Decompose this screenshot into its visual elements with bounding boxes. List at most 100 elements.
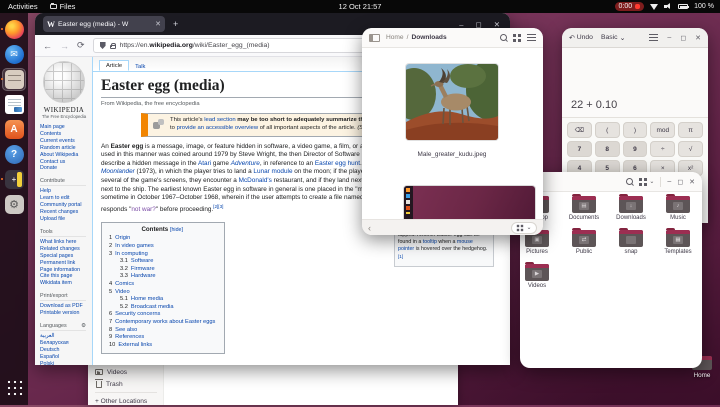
close-icon[interactable]: ✕ xyxy=(689,178,695,186)
activities-button[interactable]: Activities xyxy=(8,2,38,11)
sidebar-link[interactable]: Español xyxy=(40,354,90,361)
folder-videos[interactable]: ▶ Videos xyxy=(520,262,559,289)
view-toggle[interactable]: ⌄ xyxy=(639,177,654,186)
toc-item[interactable]: 5.1 Home media xyxy=(109,296,215,304)
toc-item[interactable]: 3.1 Software xyxy=(109,258,215,266)
close-icon[interactable]: ✕ xyxy=(695,34,701,42)
minimize-icon[interactable]: – xyxy=(667,178,671,185)
wiki-link[interactable]: McDonald's xyxy=(239,177,272,184)
sidebar-link[interactable]: Special pages xyxy=(40,253,90,260)
folder-documents[interactable]: ▤ Documents xyxy=(562,194,606,221)
folder-snap[interactable]: snap xyxy=(609,228,653,255)
dock-item-settings[interactable]: ⚙ xyxy=(0,192,28,217)
dock-item-files[interactable] xyxy=(0,67,28,92)
toc-item[interactable]: 5.2 Broadcast media xyxy=(109,304,215,312)
wikipedia-logo[interactable] xyxy=(43,61,85,103)
toc-item[interactable]: 3.2 Firmware xyxy=(109,266,215,274)
tab-talk[interactable]: Talk xyxy=(129,62,151,71)
dock-item-thunderbird[interactable]: ✉ xyxy=(0,42,28,67)
menu-icon[interactable] xyxy=(649,34,659,41)
folder-music[interactable]: ♪ Music xyxy=(656,194,700,221)
back-chevron-icon[interactable]: ‹ xyxy=(368,223,371,233)
wiki-link[interactable]: not war? xyxy=(131,206,156,213)
calc-key-([interactable]: ( xyxy=(594,122,620,138)
sidebar-link[interactable]: Current events xyxy=(40,138,90,145)
toc-item[interactable]: 6 Security concerns xyxy=(109,311,215,319)
sidebar-link[interactable]: Contents xyxy=(40,131,90,138)
menu-icon[interactable] xyxy=(527,34,536,41)
calc-key-)[interactable]: ) xyxy=(622,122,648,138)
reload-icon[interactable]: ⟳ xyxy=(77,40,85,51)
calc-key-mod[interactable]: mod xyxy=(650,122,676,138)
calc-key-⌫[interactable]: ⌫ xyxy=(567,122,592,138)
file-item-kudu[interactable]: Male_greater_kudu.jpeg xyxy=(406,64,498,158)
sidebar-link[interactable]: Permanent link xyxy=(40,260,90,267)
sidebar-link[interactable]: Polski xyxy=(40,361,90,365)
maximize-icon[interactable]: ◻ xyxy=(680,34,686,42)
dock-item-firefox[interactable] xyxy=(0,17,28,42)
battery-icon[interactable] xyxy=(678,4,690,9)
sidebar-item-videos[interactable]: Videos xyxy=(95,366,163,378)
calc-key-8[interactable]: 8 xyxy=(594,141,620,157)
toc-item[interactable]: 4 Comics xyxy=(109,281,215,289)
wiki-link[interactable]: Atari xyxy=(198,160,211,167)
dock-item-ubuntu-software[interactable]: A xyxy=(0,117,28,142)
padlock-icon[interactable] xyxy=(109,42,117,50)
maximize-icon[interactable]: ◻ xyxy=(677,178,683,186)
toc-item[interactable]: 8 See also xyxy=(109,327,215,335)
folder-downloads[interactable]: ↓ Downloads xyxy=(609,194,653,221)
sidebar-link[interactable]: Donate xyxy=(40,165,90,172)
sidebar-toggle-icon[interactable] xyxy=(369,33,380,42)
calculator-display[interactable]: 22 + 0.10 xyxy=(562,48,708,118)
sidebar-item-trash[interactable]: Trash xyxy=(95,378,163,390)
dock-item-app-grid[interactable] xyxy=(0,374,28,399)
wifi-icon[interactable] xyxy=(650,3,659,10)
languages-gear-icon[interactable]: ⚙ xyxy=(81,323,86,329)
back-icon[interactable]: ← xyxy=(43,41,52,51)
wiki-link[interactable]: [2][3] xyxy=(213,204,223,209)
wiki-link[interactable]: Adventure xyxy=(231,160,260,167)
forward-icon[interactable]: → xyxy=(60,41,69,51)
sidebar-link[interactable]: Deutsch xyxy=(40,347,90,354)
dock-item-calculator[interactable]: + xyxy=(0,167,28,192)
wiki-link[interactable]: Lunar module xyxy=(253,168,292,175)
dock-item-help[interactable]: ? xyxy=(0,142,28,167)
calc-key-9[interactable]: 9 xyxy=(622,141,648,157)
mode-dropdown[interactable]: Basic ⌄ xyxy=(601,34,625,42)
browser-tab[interactable]: W Easter egg (media) - W ✕ xyxy=(43,16,165,32)
sidebar-link[interactable]: Learn to edit xyxy=(40,195,90,202)
view-switcher[interactable]: ⌄ xyxy=(511,221,537,234)
wiki-link[interactable]: Easter egg hunt xyxy=(315,160,360,167)
calc-key-π[interactable]: π xyxy=(678,122,703,138)
app-menu[interactable]: Files xyxy=(49,2,75,11)
toc-item[interactable]: 3.3 Hardware xyxy=(109,273,215,281)
toc-item[interactable]: 2 In video games xyxy=(109,243,215,251)
toc-item[interactable]: 10 External links xyxy=(109,342,215,350)
toc-item[interactable]: 3 In computing xyxy=(109,251,215,259)
sidebar-link[interactable]: Printable version xyxy=(40,310,90,317)
breadcrumb-current[interactable]: Downloads xyxy=(411,34,446,41)
search-icon[interactable] xyxy=(500,34,507,41)
folder-templates[interactable]: ▦ Templates xyxy=(656,228,700,255)
sidebar-link[interactable]: Community portal xyxy=(40,202,90,209)
screen-recording-indicator[interactable]: 0:00 xyxy=(614,2,645,11)
sidebar-link[interactable]: Contact us xyxy=(40,159,90,166)
tracking-shield-icon[interactable] xyxy=(99,42,106,49)
breadcrumb-home[interactable]: Home xyxy=(386,34,404,41)
volume-icon[interactable] xyxy=(664,3,672,10)
sidebar-link[interactable]: العربية xyxy=(40,333,90,340)
sidebar-link[interactable]: Page information xyxy=(40,267,90,274)
calc-key-√[interactable]: √ xyxy=(678,141,703,157)
toc-hide-link[interactable]: [hide] xyxy=(170,227,183,233)
wiki-link[interactable]: provide an accessible overview xyxy=(177,125,259,131)
wiki-link[interactable]: lead section xyxy=(204,117,235,123)
tab-close-icon[interactable]: ✕ xyxy=(155,20,161,28)
sidebar-link[interactable]: Recent changes xyxy=(40,209,90,216)
sidebar-item-other-locations[interactable]: + Other Locations xyxy=(95,395,163,407)
sidebar-link[interactable]: Main page xyxy=(40,124,90,131)
sidebar-link[interactable]: Upload file xyxy=(40,216,90,223)
tab-article[interactable]: Article xyxy=(99,60,130,71)
sidebar-link[interactable]: Related changes xyxy=(40,246,90,253)
sidebar-link[interactable]: What links here xyxy=(40,239,90,246)
calc-key-÷[interactable]: ÷ xyxy=(650,141,676,157)
